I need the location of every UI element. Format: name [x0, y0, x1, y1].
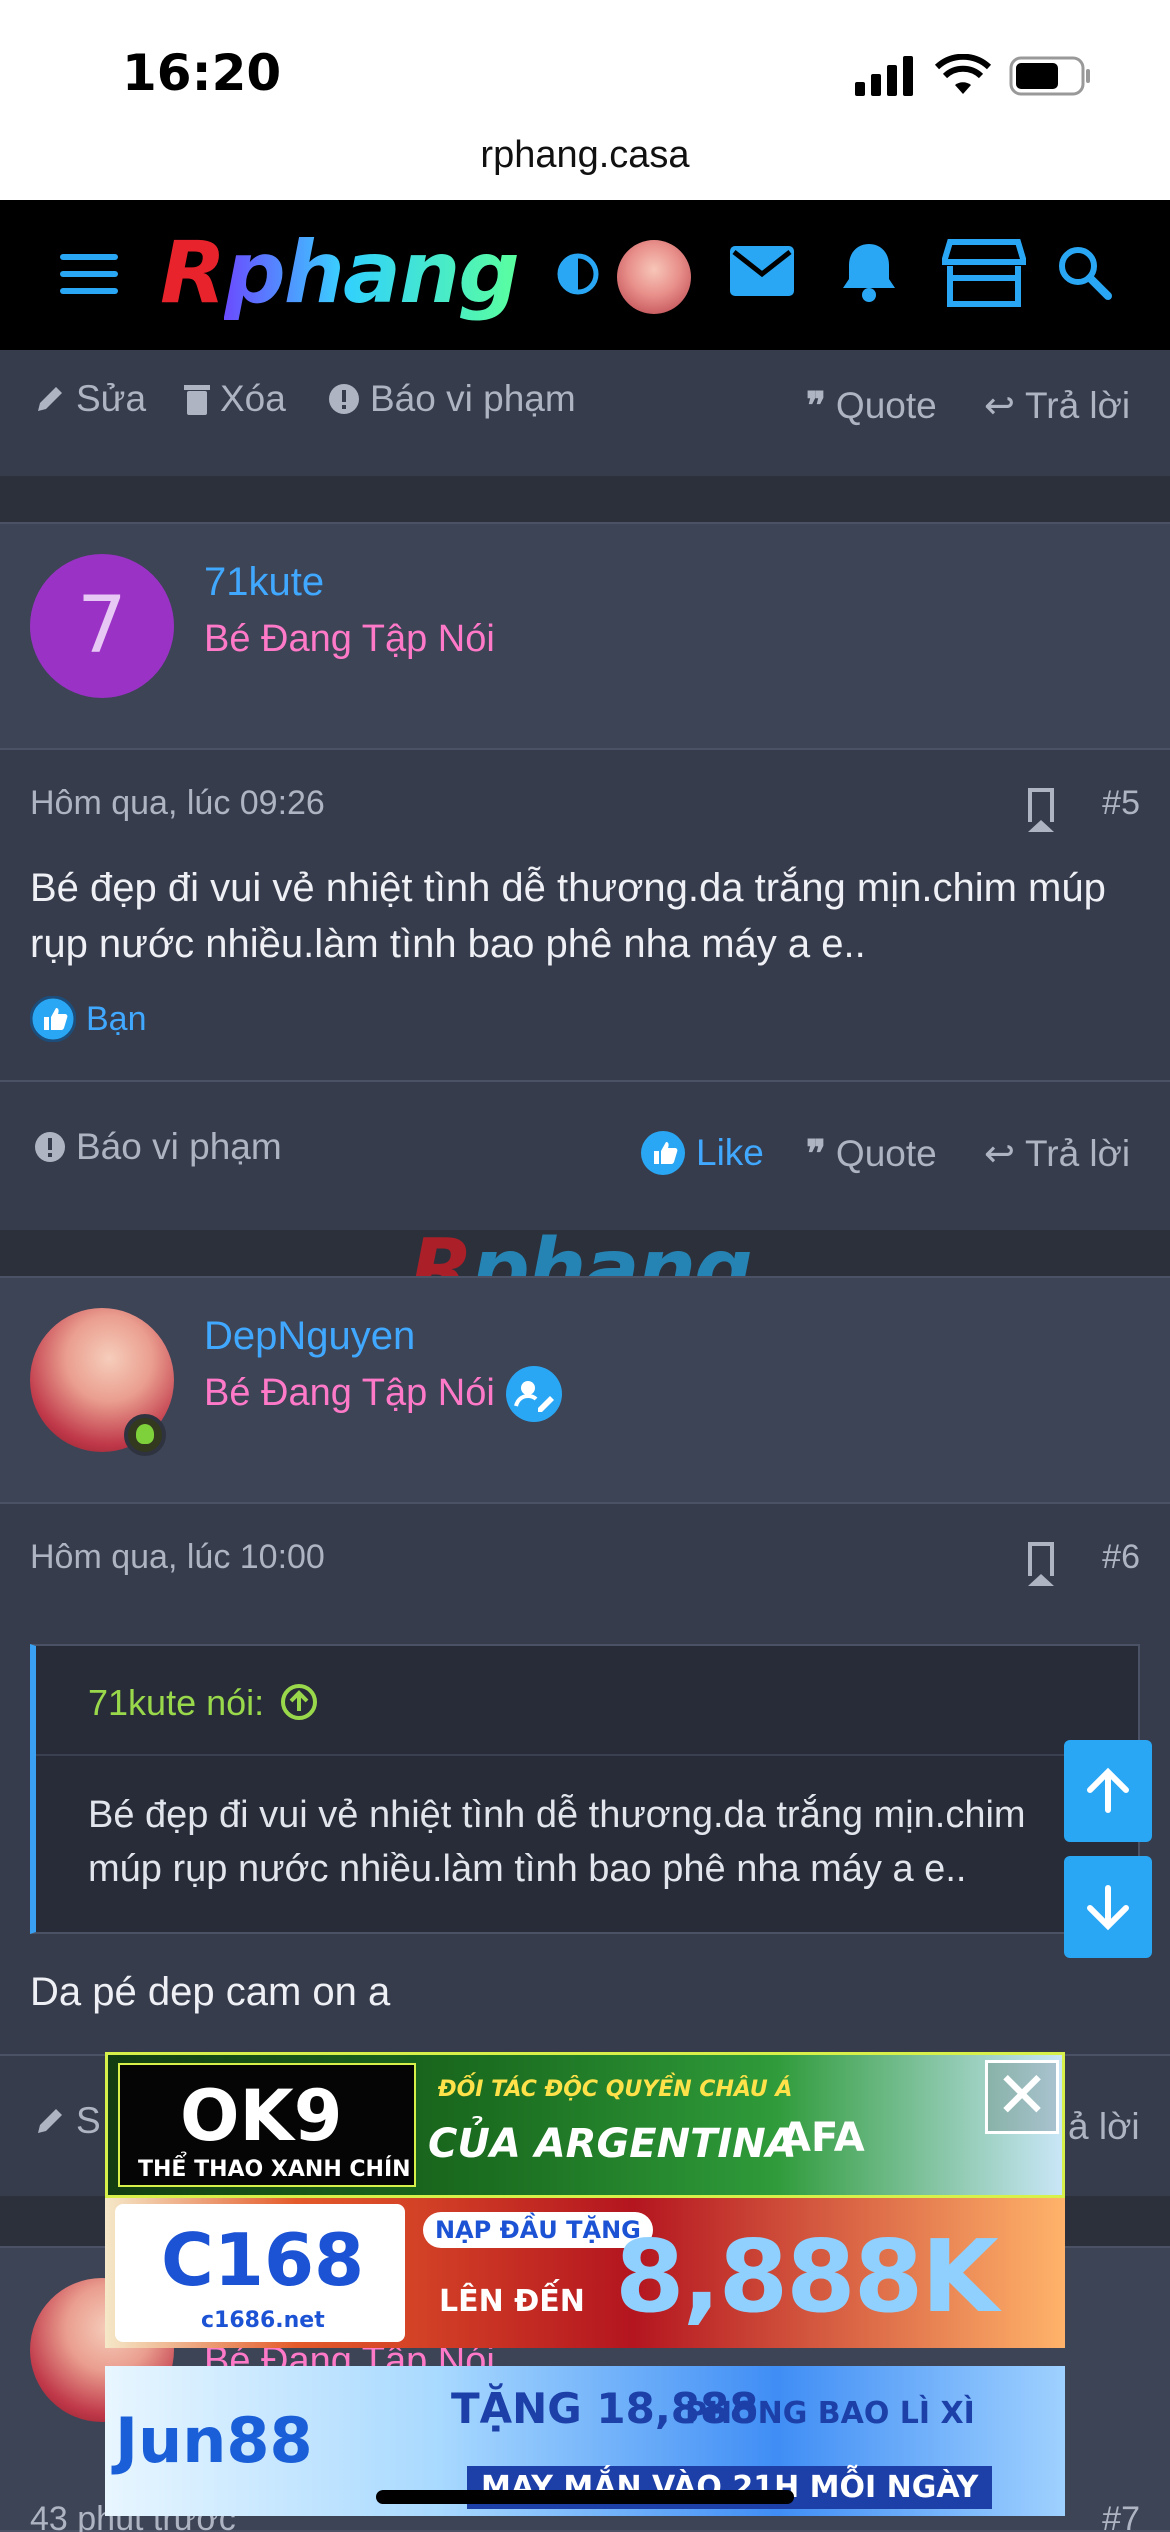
- reply-icon: ↩: [984, 385, 1016, 426]
- post-message: Bé đẹp đi vui vẻ nhiệt tình dễ thương.da…: [30, 866, 1106, 966]
- ad-logo-box: OK9 THỂ THAO XANH CHÍN: [118, 2063, 416, 2187]
- arrow-up-icon: [1087, 1767, 1129, 1813]
- ad-logo-box: C168 c1686.net: [115, 2204, 405, 2342]
- bookmark-icon[interactable]: [1028, 788, 1054, 832]
- pencil-icon: [38, 2109, 62, 2133]
- post-number[interactable]: #7: [1102, 2500, 1140, 2532]
- quote-button[interactable]: ❞ Quote: [806, 1132, 937, 1175]
- reply-icon: ↩: [984, 1133, 1016, 1174]
- quote-block: 71kute nói: Bé đẹp đi vui vẻ nhiệt tình …: [30, 1644, 1140, 1934]
- bell-icon[interactable]: [840, 240, 898, 304]
- quote-icon: ❞: [806, 385, 826, 426]
- username[interactable]: DepNguyen: [204, 1314, 415, 1359]
- status-bar: 16:20 rphang.casa: [0, 0, 1170, 200]
- bookmark-icon[interactable]: [1028, 1542, 1054, 1586]
- top-navbar: Rphang: [0, 200, 1170, 350]
- arrow-down-icon: [1087, 1885, 1129, 1931]
- like-button[interactable]: Like: [640, 1130, 764, 1176]
- scroll-top-button[interactable]: [1064, 1740, 1152, 1842]
- close-icon: ✕: [995, 2059, 1049, 2131]
- trash-icon: [184, 385, 210, 415]
- pencil-icon: [38, 387, 62, 411]
- ad-banner-ok9[interactable]: OK9 THỂ THAO XANH CHÍN ĐỐI TÁC ĐỘC QUYỀN…: [105, 2052, 1065, 2198]
- quote-icon: ❞: [806, 1133, 826, 1174]
- post-time[interactable]: Hôm qua, lúc 09:26: [30, 784, 325, 823]
- thumbs-up-icon: [30, 996, 76, 1042]
- user-title: Bé Đang Tập Nói: [204, 1372, 495, 1414]
- alert-icon: [35, 1132, 65, 1162]
- search-icon[interactable]: [1056, 244, 1112, 300]
- url-bar[interactable]: rphang.casa: [0, 134, 1170, 177]
- user-title: Bé Đang Tập Nói: [204, 618, 495, 660]
- post-5-actions: Báo vi phạm Like ❞ Quote ↩ Trả lời: [0, 1082, 1170, 1230]
- quote-author-link[interactable]: 71kute nói:: [88, 1682, 318, 1724]
- thumbs-up-icon: [641, 1131, 685, 1175]
- username[interactable]: 71kute: [204, 560, 324, 605]
- mail-icon[interactable]: [730, 246, 796, 298]
- status-time: 16:20: [122, 44, 282, 102]
- post-6-user-header: DepNguyen Bé Đang Tập Nói: [0, 1276, 1170, 1504]
- post-5-user-header: 7 71kute Bé Đang Tập Nói: [0, 522, 1170, 750]
- verified-writer-icon: [506, 1366, 562, 1422]
- report-button[interactable]: Báo vi phạm: [34, 1126, 282, 1168]
- store-icon[interactable]: [942, 238, 1026, 308]
- post-time[interactable]: Hôm qua, lúc 10:00: [30, 1538, 325, 1577]
- prev-post-actions: Sửa Xóa Báo vi phạm ❞ Quote ↩ Trả lời: [0, 350, 1170, 476]
- signal-icon: [855, 54, 1090, 96]
- reaction-summary[interactable]: Bạn: [30, 996, 147, 1042]
- reply-button[interactable]: ↩ Trả lời: [984, 384, 1130, 427]
- online-status-icon: [124, 1414, 166, 1456]
- alert-icon: [329, 384, 359, 414]
- post-number[interactable]: #5: [1102, 784, 1140, 823]
- reply-button[interactable]: ả lời: [1068, 2106, 1140, 2148]
- scroll-bottom-button[interactable]: [1064, 1856, 1152, 1958]
- close-ad-button[interactable]: ✕: [985, 2060, 1059, 2134]
- delete-button[interactable]: Xóa: [184, 378, 286, 420]
- post-6-body: Hôm qua, lúc 10:00 #6 71kute nói: Bé đẹp…: [0, 1504, 1170, 2054]
- edit-button[interactable]: S: [34, 2100, 101, 2142]
- site-logo[interactable]: Rphang: [160, 230, 520, 316]
- post-number[interactable]: #6: [1102, 1538, 1140, 1577]
- menu-icon[interactable]: [60, 252, 120, 296]
- quote-button[interactable]: ❞ Quote: [806, 384, 937, 427]
- avatar[interactable]: 7: [30, 554, 174, 698]
- post-message: Da pé dep cam on a: [30, 1970, 391, 2014]
- user-avatar-nav[interactable]: [617, 240, 691, 314]
- home-indicator: [376, 2490, 794, 2504]
- report-button[interactable]: Báo vi phạm: [328, 378, 576, 420]
- reply-button[interactable]: ↩ Trả lời: [984, 1132, 1130, 1175]
- ad-banner-c168[interactable]: C168 c1686.net NẠP ĐẦU TẶNG LÊN ĐẾN 8,88…: [105, 2198, 1065, 2348]
- arrow-up-circle-icon: [281, 1684, 318, 1720]
- edit-button[interactable]: Sửa: [34, 378, 146, 420]
- quote-text: Bé đẹp đi vui vẻ nhiệt tình dễ thương.da…: [88, 1794, 1026, 1890]
- post-5-body: Hôm qua, lúc 09:26 #5 Bé đẹp đi vui vẻ n…: [0, 750, 1170, 1080]
- contrast-icon[interactable]: [556, 252, 600, 296]
